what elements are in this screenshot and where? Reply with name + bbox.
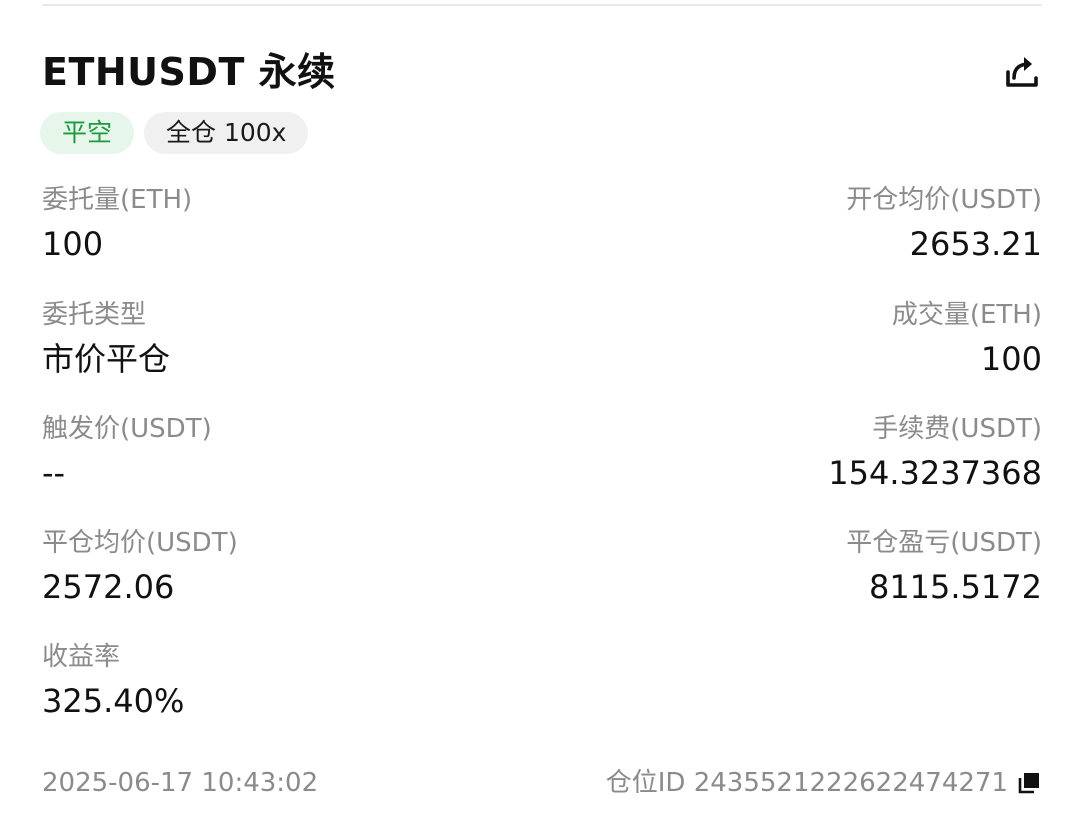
open-avg-price-value: 2653.21 xyxy=(909,225,1042,263)
order-timestamp: 2025-06-17 10:43:02 xyxy=(42,768,319,798)
share-button[interactable] xyxy=(1002,52,1042,92)
position-id-row: 仓位ID 2435521222622474271 xyxy=(606,766,1042,800)
close-pnl-field: 平仓盈亏(USDT) 8115.5172 xyxy=(846,527,1042,607)
close-avg-price-label: 平仓均价(USDT) xyxy=(42,528,238,558)
roi-value: 325.40% xyxy=(42,682,185,720)
order-qty-label: 委托量(ETH) xyxy=(42,185,193,215)
filled-qty-label: 成交量(ETH) xyxy=(891,300,1042,330)
trigger-price-value: -- xyxy=(42,454,66,492)
share-icon xyxy=(1003,53,1041,91)
fee-field: 手续费(USDT) 154.3237368 xyxy=(828,413,1042,493)
open-avg-price-field: 开仓均价(USDT) 2653.21 xyxy=(846,184,1042,264)
order-qty-value: 100 xyxy=(42,225,104,263)
filled-qty-field: 成交量(ETH) 100 xyxy=(892,299,1042,379)
roi-field: 收益率 325.40% xyxy=(42,641,184,721)
contract-title: ETHUSDT 永续 xyxy=(42,50,336,94)
trigger-price-label: 触发价(USDT) xyxy=(42,414,212,444)
copy-icon xyxy=(1017,771,1041,795)
margin-mode-badge: 全仓 100x xyxy=(144,112,309,154)
order-qty-field: 委托量(ETH) 100 xyxy=(42,184,192,264)
order-type-value: 市价平仓 xyxy=(42,340,171,378)
order-type-field: 委托类型 市价平仓 xyxy=(42,299,170,379)
side-badge: 平空 xyxy=(40,112,135,154)
roi-label: 收益率 xyxy=(42,642,121,672)
trigger-price-field: 触发价(USDT) -- xyxy=(42,413,212,493)
close-avg-price-value: 2572.06 xyxy=(42,568,175,606)
order-type-label: 委托类型 xyxy=(42,300,147,330)
fee-value: 154.3237368 xyxy=(828,454,1042,492)
open-avg-price-label: 开仓均价(USDT) xyxy=(846,185,1042,215)
fee-label: 手续费(USDT) xyxy=(872,414,1042,444)
close-avg-price-field: 平仓均价(USDT) 2572.06 xyxy=(42,527,238,607)
tag-row: 平空 全仓 100x xyxy=(40,112,309,154)
top-divider xyxy=(42,4,1042,6)
copy-position-id-button[interactable] xyxy=(1016,770,1042,796)
position-id-text: 仓位ID 2435521222622474271 xyxy=(605,768,1008,798)
close-pnl-value: 8115.5172 xyxy=(868,568,1042,606)
filled-qty-value: 100 xyxy=(980,340,1042,378)
close-pnl-label: 平仓盈亏(USDT) xyxy=(846,528,1042,558)
